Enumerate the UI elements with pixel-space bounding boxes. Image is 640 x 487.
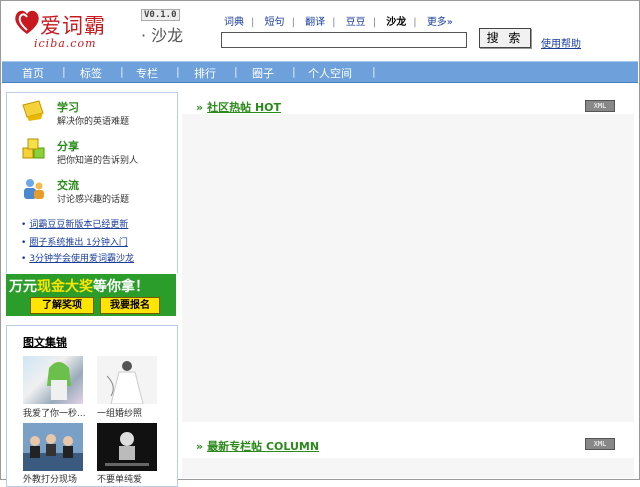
xml-feed-badge[interactable]: XML [585, 438, 615, 450]
news-link[interactable]: 词霸豆豆新版本已经更新 [29, 220, 128, 230]
feature-communicate-desc: 讨论感兴趣的话题 [57, 195, 130, 205]
section-title-hot: » 社区热帖 HOT [196, 99, 281, 115]
pencil-icon [22, 100, 44, 121]
nav-separator: | [234, 65, 238, 78]
feature-learn-desc: 解决你的英语难题 [57, 117, 130, 127]
news-item: • 词霸豆豆新版本已经更新 [21, 217, 128, 230]
nav-separator: | [120, 65, 124, 78]
news-item: • 圈子系统推出 1分钟入门 [21, 235, 128, 248]
bullet-icon: • [21, 254, 27, 264]
feature-learn-title: 学习 [57, 101, 79, 114]
nav-separator: | [372, 65, 376, 78]
banner-text-highlight: 现金大奖 [37, 279, 93, 295]
top-nav-sentences[interactable]: 短句 [265, 17, 285, 28]
hot-posts-link[interactable]: 社区热帖 HOT [207, 101, 281, 114]
gallery-title[interactable]: 图文集锦 [23, 334, 67, 350]
main-nav-bar: 首页 | 标签 | 专栏 | 排行 | 圈子 | 个人空间 | [2, 61, 638, 83]
feature-share-desc: 把你知道的告诉别人 [57, 156, 139, 166]
nav-separator: | [372, 17, 377, 28]
nav-separator: | [413, 17, 417, 28]
gallery-thumbnail[interactable] [23, 356, 83, 404]
site-logo[interactable]: 爱词霸 iciba.com [14, 8, 134, 52]
sidebar-features: 学习 解决你的英语难题 分享 把你知道的告诉别人 交流 讨论感兴趣的话题 • 词霸… [6, 92, 178, 273]
news-link[interactable]: 3分钟学会使用爱词霸沙龙 [29, 254, 134, 264]
signup-button[interactable]: 我要报名 [100, 297, 160, 314]
search-button[interactable]: 搜 索 [479, 28, 531, 48]
top-nav-more[interactable]: 更多» [427, 17, 453, 28]
people-icon [24, 179, 44, 199]
wedding-photo-image [106, 361, 144, 404]
nav-separator: | [292, 65, 296, 78]
feature-communicate-title: 交流 [57, 179, 79, 192]
feature-share-title: 分享 [57, 140, 79, 153]
section-title-column: » 最新专栏帖 COLUMN [196, 438, 319, 454]
main-content: » 社区热帖 HOT XML » 最新专栏帖 COLUMN XML [182, 92, 634, 478]
gallery-caption[interactable]: 一组婚纱照 [97, 406, 169, 419]
xml-feed-badge[interactable]: XML [585, 100, 615, 112]
black-white-photo-image [105, 432, 149, 466]
prize-banner[interactable]: 万元现金大奖等你拿！ 了解奖项 我要报名 [6, 274, 176, 316]
version-badge: V0.1.0 [141, 9, 180, 21]
column-posts-panel [182, 458, 634, 478]
nav-ranking[interactable]: 排行 [194, 65, 216, 81]
nav-tags[interactable]: 标签 [80, 65, 102, 81]
gallery-caption[interactable]: 我爱了你一秒... [23, 406, 95, 419]
section-name: · 沙龙 [141, 26, 184, 45]
bullet-icon: • [21, 220, 27, 230]
logo-brand-text: 爱词霸 [40, 14, 106, 38]
nav-home[interactable]: 首页 [22, 65, 44, 81]
teachers-photo-image [23, 434, 83, 471]
news-item: • 3分钟学会使用爱词霸沙龙 [21, 251, 134, 264]
help-link[interactable]: 使用帮助 [541, 35, 581, 50]
bullet-icon: • [21, 238, 27, 248]
logo-domain-text: iciba.com [34, 37, 97, 50]
cubes-icon [22, 138, 45, 159]
gallery-thumbnail[interactable] [23, 423, 83, 471]
gallery-panel: 图文集锦 我爱了你一秒... 一组婚纱照 外教打分现场 不要单纯爱 [6, 325, 178, 487]
top-nav-dictionary[interactable]: 词典 [224, 17, 244, 28]
heart-logo-icon [15, 10, 39, 34]
column-posts-link[interactable]: 最新专栏帖 COLUMN [207, 440, 319, 453]
gallery-caption[interactable]: 不要单纯爱 [97, 472, 169, 485]
banner-text-prefix: 万元 [9, 279, 37, 295]
search-input[interactable] [221, 32, 467, 48]
gallery-caption[interactable]: 外教打分现场 [23, 472, 95, 485]
nav-personal-space[interactable]: 个人空间 [308, 65, 352, 81]
learn-prizes-button[interactable]: 了解奖项 [30, 297, 94, 314]
nav-separator: | [332, 17, 336, 28]
double-arrow-icon: » [196, 440, 204, 453]
top-nav-translate[interactable]: 翻译 [305, 17, 325, 28]
banner-headline: 万元现金大奖等你拿！ [9, 276, 149, 296]
banner-text-suffix: 等你拿！ [93, 279, 149, 295]
top-nav-doudou[interactable]: 豆豆 [346, 17, 366, 28]
gallery-thumbnail[interactable] [97, 423, 157, 471]
nav-separator: | [251, 17, 255, 28]
nav-circles[interactable]: 圈子 [252, 65, 274, 81]
anime-girl-image [47, 361, 71, 400]
top-nav: 词典 | 短句 | 翻译 | 豆豆 | 沙龙 | 更多» [224, 13, 453, 28]
double-arrow-icon: » [196, 101, 204, 114]
news-link[interactable]: 圈子系统推出 1分钟入门 [29, 238, 128, 248]
nav-separator: | [62, 65, 66, 78]
top-nav-salon[interactable]: 沙龙 [386, 17, 406, 28]
nav-separator: | [176, 65, 180, 78]
nav-separator: | [291, 17, 295, 28]
nav-columns[interactable]: 专栏 [136, 65, 158, 81]
gallery-thumbnail[interactable] [97, 356, 157, 404]
hot-posts-panel [182, 114, 634, 422]
